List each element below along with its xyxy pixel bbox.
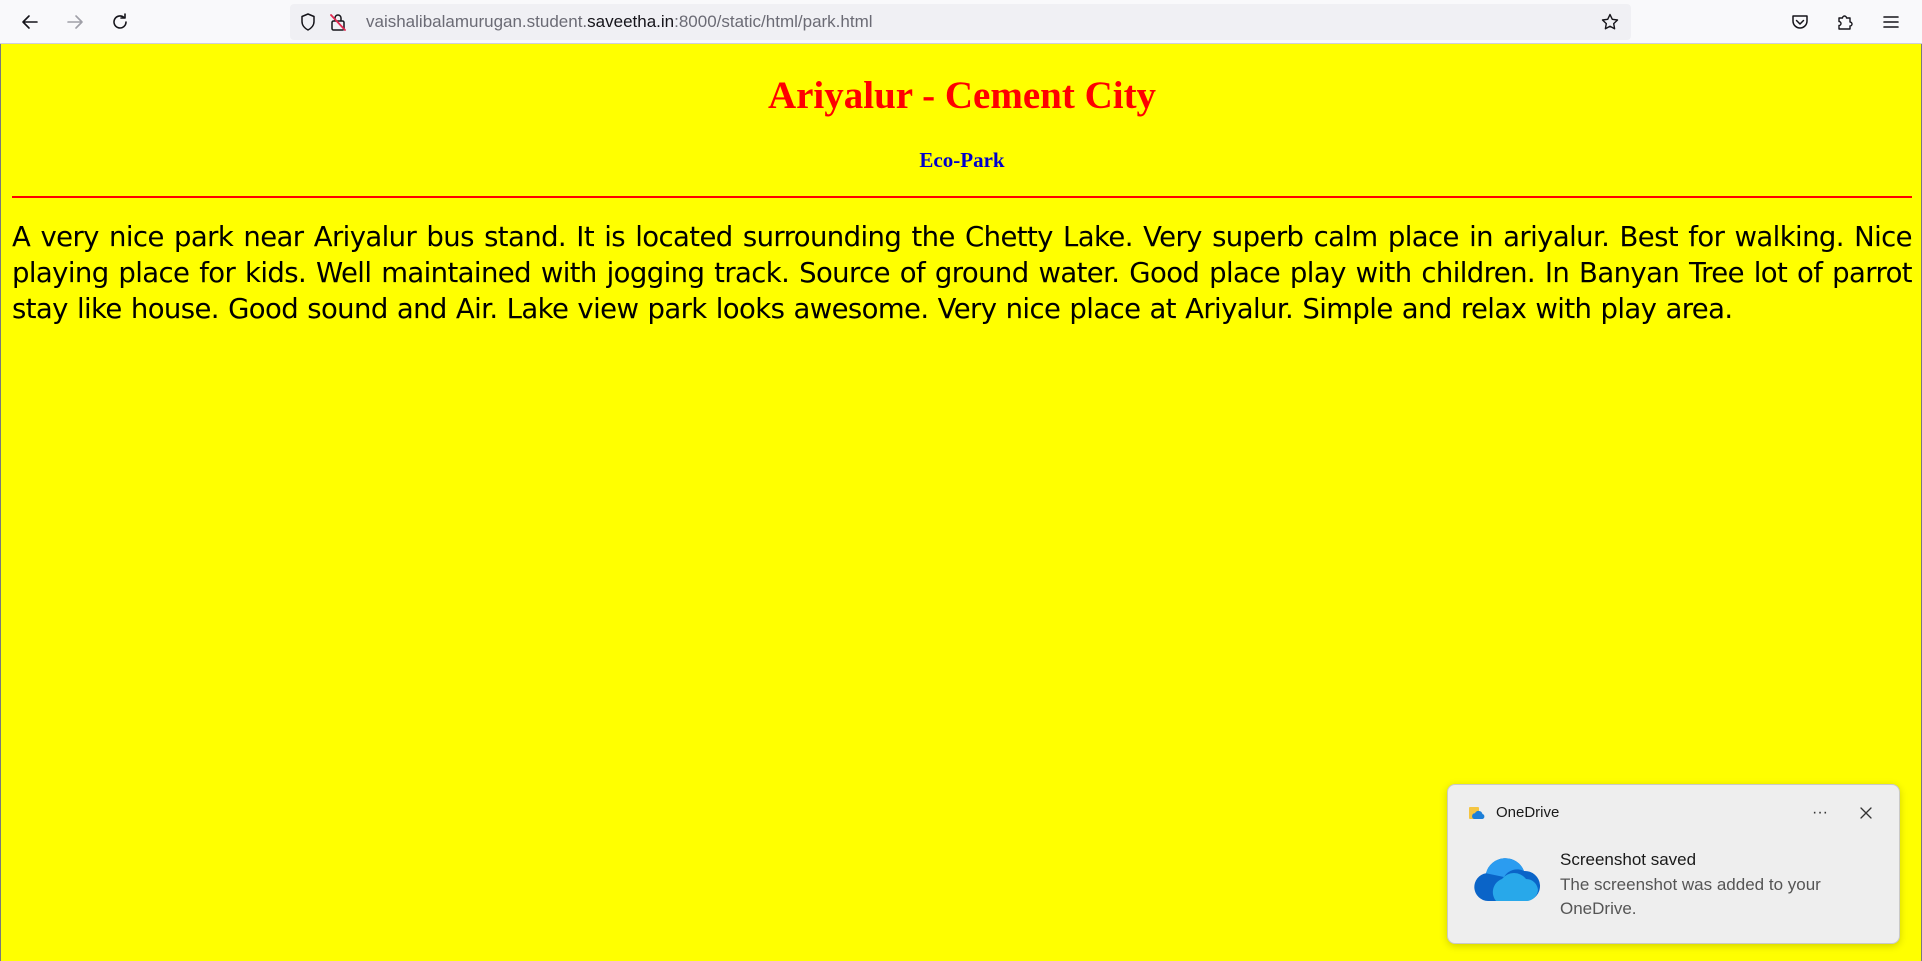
notification-close-button[interactable] [1852, 799, 1880, 827]
back-button[interactable] [14, 6, 46, 38]
onedrive-app-icon [1469, 807, 1485, 819]
url-domain: saveetha.in [587, 12, 675, 31]
page-subtitle: Eco-Park [919, 148, 1005, 172]
browser-toolbar: vaishalibalamurugan.student.saveetha.in:… [0, 0, 1922, 44]
extensions-button[interactable] [1829, 6, 1861, 38]
hamburger-menu-icon [1883, 16, 1899, 28]
url-prefix: vaishalibalamurugan.student. [366, 12, 588, 31]
shield-icon[interactable] [298, 12, 318, 32]
star-icon[interactable] [1600, 12, 1620, 32]
pocket-icon [1792, 15, 1808, 29]
horizontal-rule [12, 196, 1912, 198]
address-bar[interactable]: vaishalibalamurugan.student.saveetha.in:… [290, 4, 1631, 40]
url-text[interactable]: vaishalibalamurugan.student.saveetha.in:… [366, 4, 873, 40]
back-arrow-icon [22, 15, 38, 29]
reload-icon [113, 13, 127, 29]
insecure-lock-icon[interactable] [328, 12, 348, 32]
pocket-button[interactable] [1784, 6, 1816, 38]
onedrive-notification[interactable]: OneDrive ··· Screenshot saved The screen… [1447, 784, 1900, 944]
notification-title: Screenshot saved [1560, 850, 1697, 869]
close-icon [1860, 807, 1872, 819]
notification-app-name: OneDrive [1496, 804, 1560, 821]
reload-button[interactable] [104, 6, 136, 38]
menu-button[interactable] [1875, 6, 1907, 38]
page-title: Ariyalur - Cement City [767, 74, 1157, 117]
notification-more-button[interactable]: ··· [1804, 799, 1836, 827]
url-suffix: :8000/static/html/park.html [674, 12, 873, 31]
forward-arrow-icon [67, 15, 83, 29]
puzzle-icon [1838, 15, 1853, 30]
onedrive-cloud-icon [1474, 858, 1541, 902]
park-description: A very nice park near Ariyalur bus stand… [12, 221, 1913, 325]
notification-body: The screenshot was added to your OneDriv… [1560, 875, 1821, 918]
forward-button[interactable] [59, 6, 91, 38]
